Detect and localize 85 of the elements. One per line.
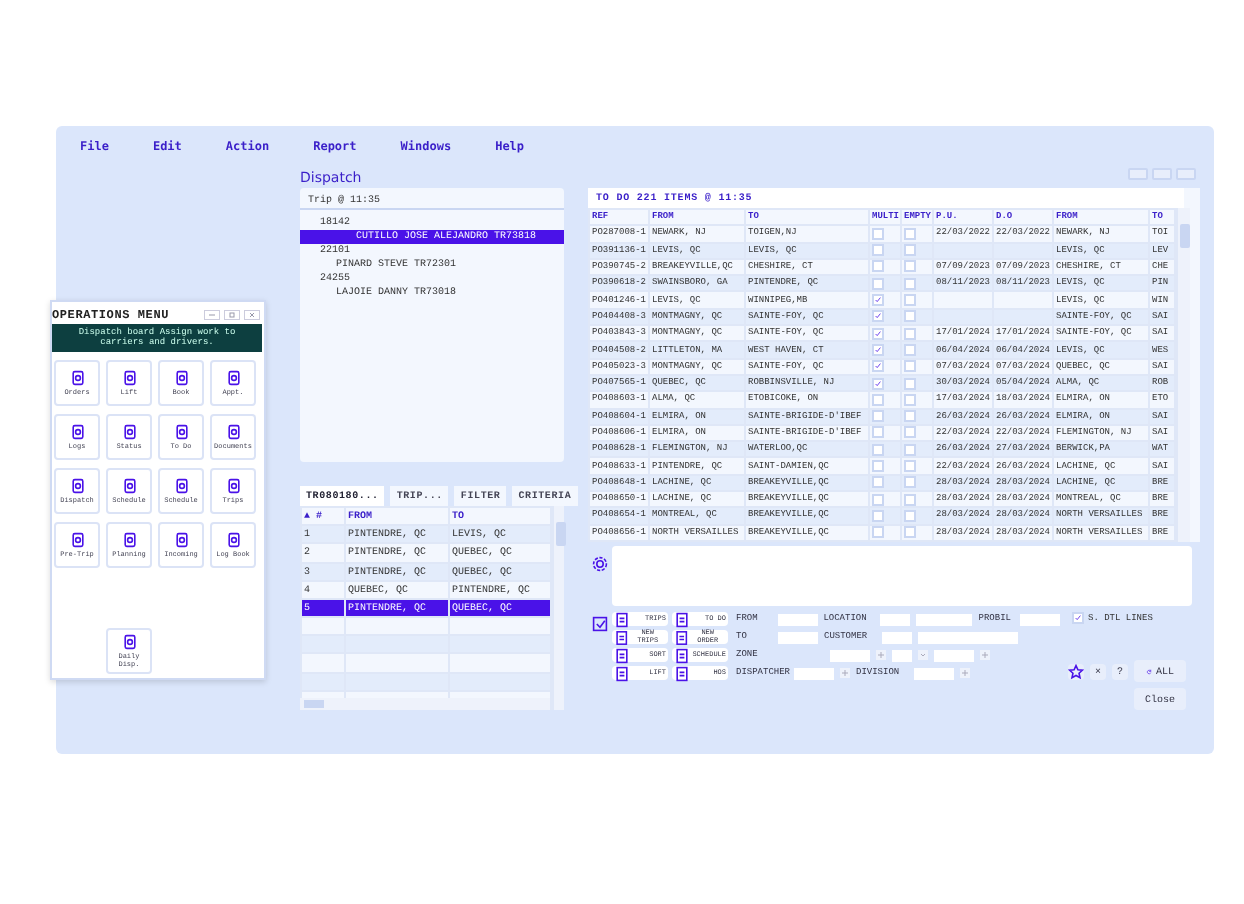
- checkbox[interactable]: [904, 377, 916, 390]
- checkbox[interactable]: [872, 277, 884, 290]
- page-icon: [173, 423, 189, 439]
- checkbox-icon[interactable]: [592, 616, 608, 632]
- checkbox[interactable]: [904, 277, 916, 290]
- scrollbar[interactable]: [1176, 208, 1190, 542]
- plus-icon[interactable]: [980, 650, 990, 660]
- page-icon: [173, 369, 189, 385]
- checkbox[interactable]: [904, 244, 916, 257]
- checkbox[interactable]: [904, 343, 916, 356]
- input-field[interactable]: [794, 667, 834, 679]
- minimize-icon[interactable]: [204, 310, 220, 320]
- input-field[interactable]: [918, 631, 1018, 643]
- input-field[interactable]: [882, 631, 912, 643]
- page-icon: [121, 531, 137, 547]
- page-icon: [69, 369, 85, 385]
- checkbox[interactable]: [872, 443, 884, 456]
- checkbox[interactable]: [872, 310, 884, 323]
- checkbox[interactable]: [872, 294, 884, 307]
- settings-icon[interactable]: [592, 556, 608, 572]
- plus-icon[interactable]: [840, 668, 850, 678]
- page-icon: [121, 477, 137, 493]
- checkbox[interactable]: [872, 410, 884, 423]
- page-icon: [121, 633, 137, 649]
- checkbox[interactable]: [872, 227, 884, 240]
- input-field[interactable]: [778, 631, 818, 643]
- page-icon: [225, 423, 241, 439]
- input-field[interactable]: [934, 649, 974, 661]
- page-icon: [121, 369, 137, 385]
- checkmark-icon: [1074, 614, 1082, 622]
- input-field[interactable]: [830, 649, 870, 661]
- page-icon: [173, 531, 189, 547]
- checkbox[interactable]: [904, 260, 916, 273]
- checkbox[interactable]: [872, 393, 884, 406]
- checkbox[interactable]: [904, 509, 916, 522]
- checkbox[interactable]: [872, 377, 884, 390]
- checkbox[interactable]: [904, 460, 916, 472]
- checkbox[interactable]: [904, 526, 916, 539]
- checkbox[interactable]: [904, 227, 916, 240]
- checkbox[interactable]: [872, 360, 884, 373]
- checkbox[interactable]: [904, 476, 916, 489]
- star-icon: [1068, 663, 1084, 679]
- checkbox[interactable]: [904, 410, 916, 423]
- plus-icon[interactable]: [960, 668, 970, 678]
- page-icon: [225, 477, 241, 493]
- page-icon: [173, 477, 189, 493]
- page-icon: [69, 477, 85, 493]
- checkbox[interactable]: [904, 426, 916, 439]
- checkbox[interactable]: [904, 443, 916, 456]
- checkbox[interactable]: [872, 244, 884, 257]
- checkbox[interactable]: [904, 310, 916, 323]
- page-icon: [69, 423, 85, 439]
- checkbox[interactable]: [904, 493, 916, 506]
- checkbox[interactable]: [872, 509, 884, 522]
- notes-field[interactable]: [612, 546, 1192, 606]
- checkbox[interactable]: [872, 327, 884, 340]
- input-field[interactable]: [880, 613, 911, 625]
- scrollbar[interactable]: [552, 506, 564, 710]
- input-field[interactable]: [892, 649, 912, 661]
- checkbox[interactable]: [872, 476, 884, 489]
- scrollbar[interactable]: [300, 698, 550, 710]
- input-field[interactable]: [777, 613, 818, 625]
- input-field[interactable]: [1019, 613, 1060, 625]
- checkbox[interactable]: [872, 260, 884, 273]
- checkbox[interactable]: [904, 393, 916, 406]
- page-icon: [225, 531, 241, 547]
- checkbox[interactable]: [872, 343, 884, 356]
- checkbox[interactable]: [872, 460, 884, 472]
- checkbox[interactable]: [872, 493, 884, 506]
- star-button[interactable]: [1068, 663, 1084, 679]
- checkbox[interactable]: [872, 426, 884, 439]
- page-icon: [69, 531, 85, 547]
- checkbox[interactable]: [904, 360, 916, 373]
- close-icon[interactable]: [244, 310, 260, 320]
- input-field[interactable]: [916, 613, 973, 625]
- maximize-icon[interactable]: [224, 310, 240, 320]
- checkbox[interactable]: [904, 294, 916, 307]
- page-icon: [225, 369, 241, 385]
- dropdown-icon[interactable]: [918, 650, 928, 660]
- checkbox[interactable]: [1072, 612, 1084, 624]
- input-field[interactable]: [914, 667, 954, 679]
- plus-icon[interactable]: [876, 650, 886, 660]
- checkbox[interactable]: [872, 526, 884, 539]
- checkbox[interactable]: [904, 327, 916, 340]
- page-icon: [121, 423, 137, 439]
